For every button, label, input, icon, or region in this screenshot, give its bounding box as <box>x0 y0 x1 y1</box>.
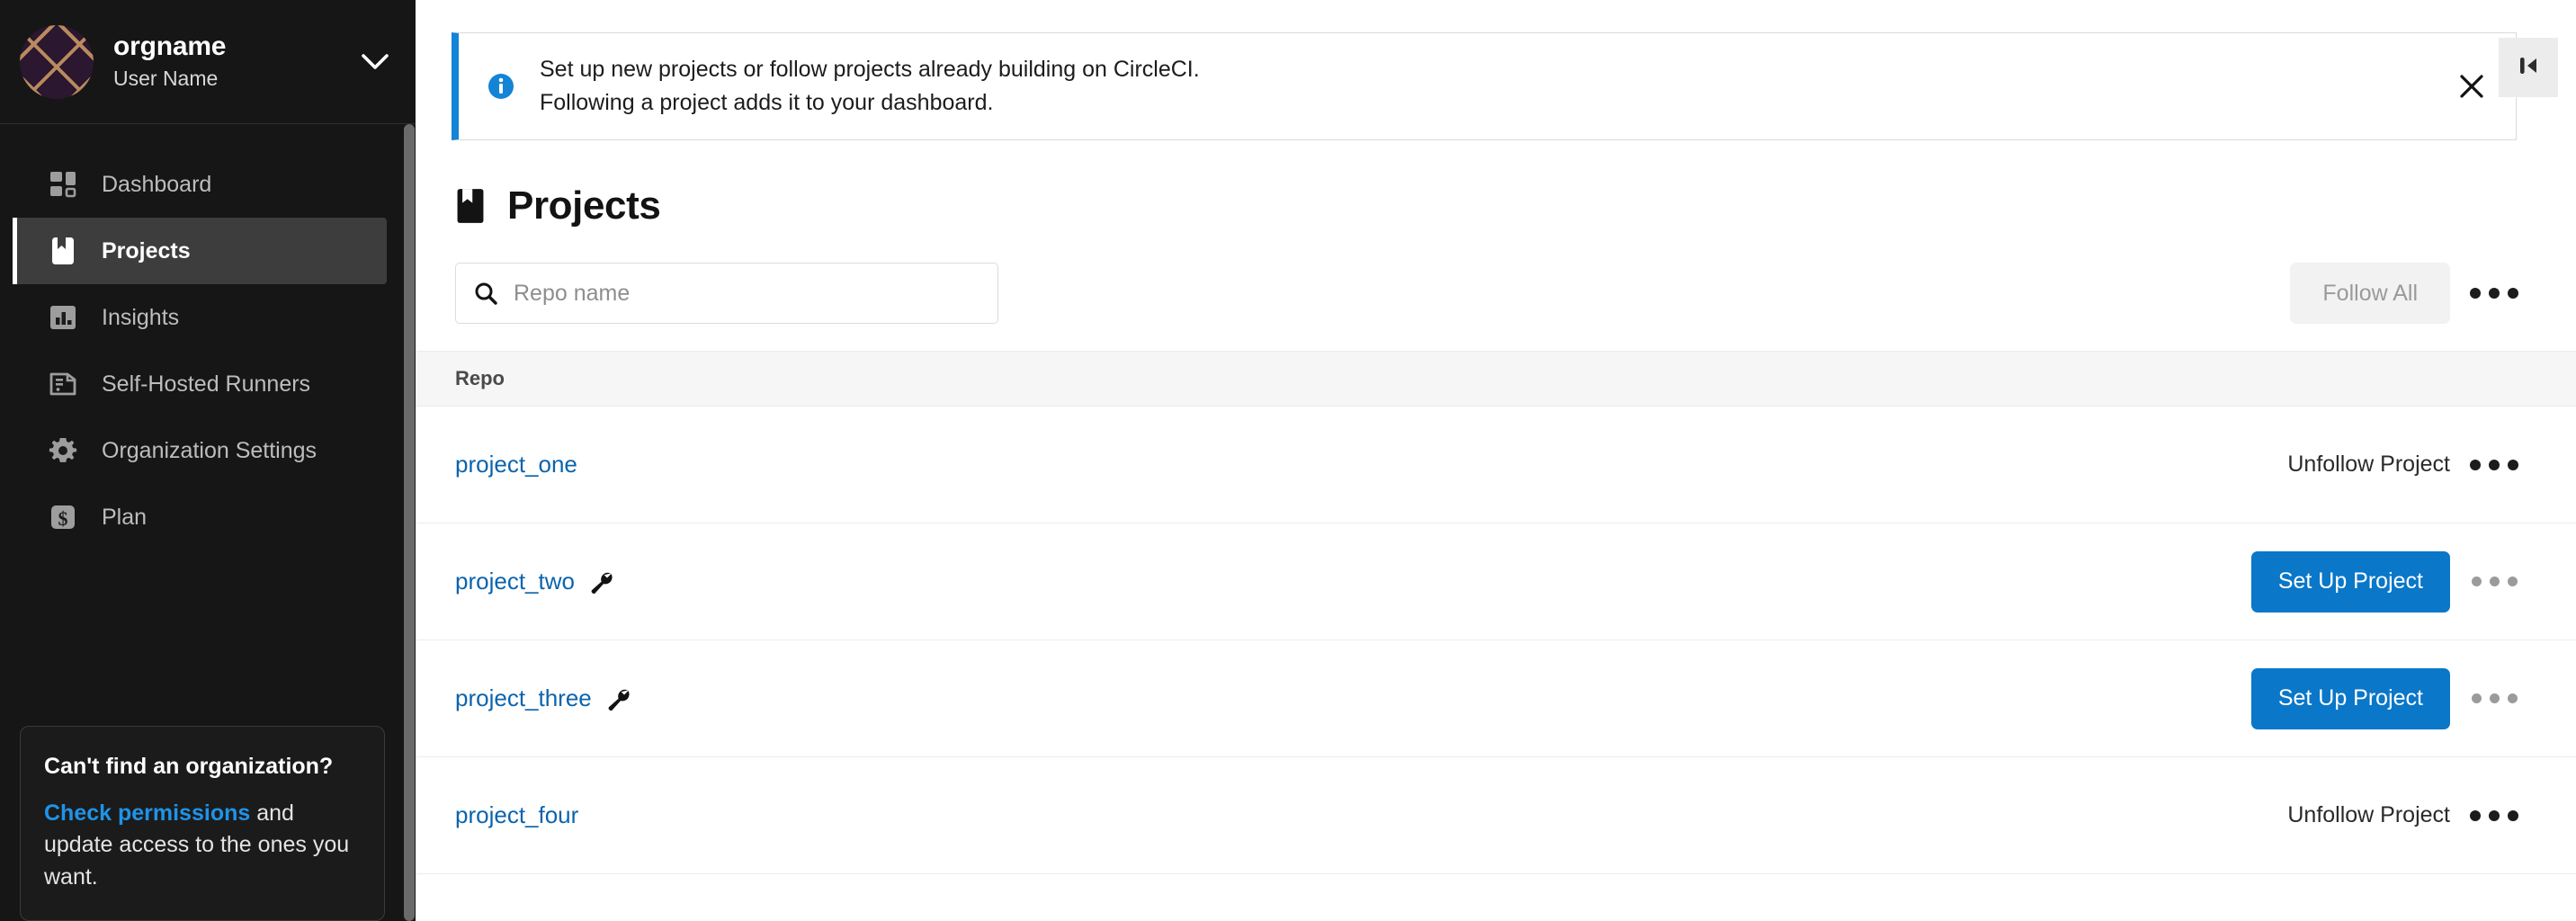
banner-line-2: Following a project adds it to your dash… <box>540 90 994 115</box>
sidebar-scrollbar-thumb[interactable] <box>404 124 415 921</box>
toolbar-overflow-menu-icon[interactable] <box>2464 268 2524 318</box>
org-avatar <box>20 24 94 99</box>
row-overflow-menu-icon[interactable] <box>2464 674 2524 724</box>
sidebar-item-projects[interactable]: Projects <box>13 218 387 284</box>
cant-find-organization-card: Can't find an organization? Check permis… <box>20 725 385 921</box>
info-banner: Set up new projects or follow projects a… <box>452 32 2517 140</box>
sidebar-nav: Dashboard Projects Insights Self-Hosted … <box>0 124 416 684</box>
sidebar-item-organization-settings[interactable]: Organization Settings <box>13 417 387 484</box>
set-up-project-button[interactable]: Set Up Project <box>2250 667 2450 729</box>
server-icon <box>48 369 78 399</box>
project-link[interactable]: project_four <box>455 801 578 829</box>
app-root: orgname User Name Dashboard Projects Ins… <box>0 0 2576 921</box>
row-overflow-menu-icon[interactable] <box>2464 791 2524 841</box>
book-bookmark-icon <box>48 236 78 266</box>
project-link-label: project_two <box>455 568 575 595</box>
sidebar-item-label: Self-Hosted Runners <box>102 371 311 397</box>
page-title: Projects <box>507 183 661 228</box>
page-title-row: Projects <box>455 183 2576 228</box>
unfollow-project-action[interactable]: Unfollow Project <box>2287 452 2450 478</box>
help-card-body: Check permissions and update access to t… <box>44 798 361 894</box>
table-row: project_one Unfollow Project <box>416 407 2576 523</box>
table-row: project_two Set Up Project <box>416 523 2576 640</box>
org-name: orgname <box>113 31 227 62</box>
collapse-panel-button[interactable] <box>2499 38 2558 97</box>
banner-line-1: Set up new projects or follow projects a… <box>540 57 1200 82</box>
project-link[interactable]: project_three <box>455 684 630 712</box>
sidebar-item-plan[interactable]: $ Plan <box>13 484 387 550</box>
dashboard-grid-icon <box>48 169 78 200</box>
info-circle-icon <box>486 72 516 101</box>
bar-chart-icon <box>48 302 78 333</box>
sidebar-scrollbar[interactable] <box>404 124 416 921</box>
table-row: project_three Set Up Project <box>416 640 2576 757</box>
check-permissions-link[interactable]: Check permissions <box>44 800 250 826</box>
close-icon[interactable] <box>2447 62 2496 111</box>
projects-toolbar: Follow All <box>455 263 2524 324</box>
project-link[interactable]: project_one <box>455 451 577 478</box>
search-icon <box>472 281 499 306</box>
sidebar-item-dashboard[interactable]: Dashboard <box>13 151 387 218</box>
follow-all-button[interactable]: Follow All <box>2290 263 2450 324</box>
wrench-icon <box>606 687 630 711</box>
row-overflow-menu-icon[interactable] <box>2464 440 2524 490</box>
dollar-square-icon: $ <box>48 502 78 532</box>
table-header-repo: Repo <box>455 367 505 389</box>
help-card-title: Can't find an organization? <box>44 753 334 779</box>
sidebar-item-label: Insights <box>102 304 180 330</box>
org-meta: orgname User Name <box>113 31 356 91</box>
sidebar-item-self-hosted-runners[interactable]: Self-Hosted Runners <box>13 351 387 417</box>
banner-message: Set up new projects or follow projects a… <box>540 53 2447 120</box>
gear-icon <box>48 435 78 466</box>
main-content: Set up new projects or follow projects a… <box>416 0 2576 921</box>
sidebar-item-insights[interactable]: Insights <box>13 284 387 351</box>
collapse-left-icon <box>2515 52 2542 84</box>
org-user-name: User Name <box>113 66 219 90</box>
set-up-project-button[interactable]: Set Up Project <box>2250 550 2450 613</box>
sidebar-item-label: Organization Settings <box>102 437 318 463</box>
chevron-down-icon[interactable] <box>356 43 394 81</box>
sidebar: orgname User Name Dashboard Projects Ins… <box>0 0 416 921</box>
table-header-row: Repo <box>416 351 2576 407</box>
org-switcher[interactable]: orgname User Name <box>0 0 416 124</box>
project-link-label: project_three <box>455 684 592 711</box>
project-link[interactable]: project_two <box>455 568 613 595</box>
unfollow-project-action[interactable]: Unfollow Project <box>2287 802 2450 828</box>
sidebar-item-label: Projects <box>102 237 191 264</box>
row-overflow-menu-icon[interactable] <box>2464 557 2524 607</box>
book-bookmark-icon <box>455 188 487 224</box>
search-box[interactable] <box>455 263 998 324</box>
sidebar-item-label: Dashboard <box>102 171 212 197</box>
table-row: project_four Unfollow Project <box>416 757 2576 874</box>
projects-table: Repo project_one Unfollow Project projec… <box>416 351 2576 874</box>
svg-text:$: $ <box>58 507 68 530</box>
sidebar-item-label: Plan <box>102 504 148 530</box>
search-input[interactable] <box>514 280 981 307</box>
wrench-icon <box>589 570 613 594</box>
